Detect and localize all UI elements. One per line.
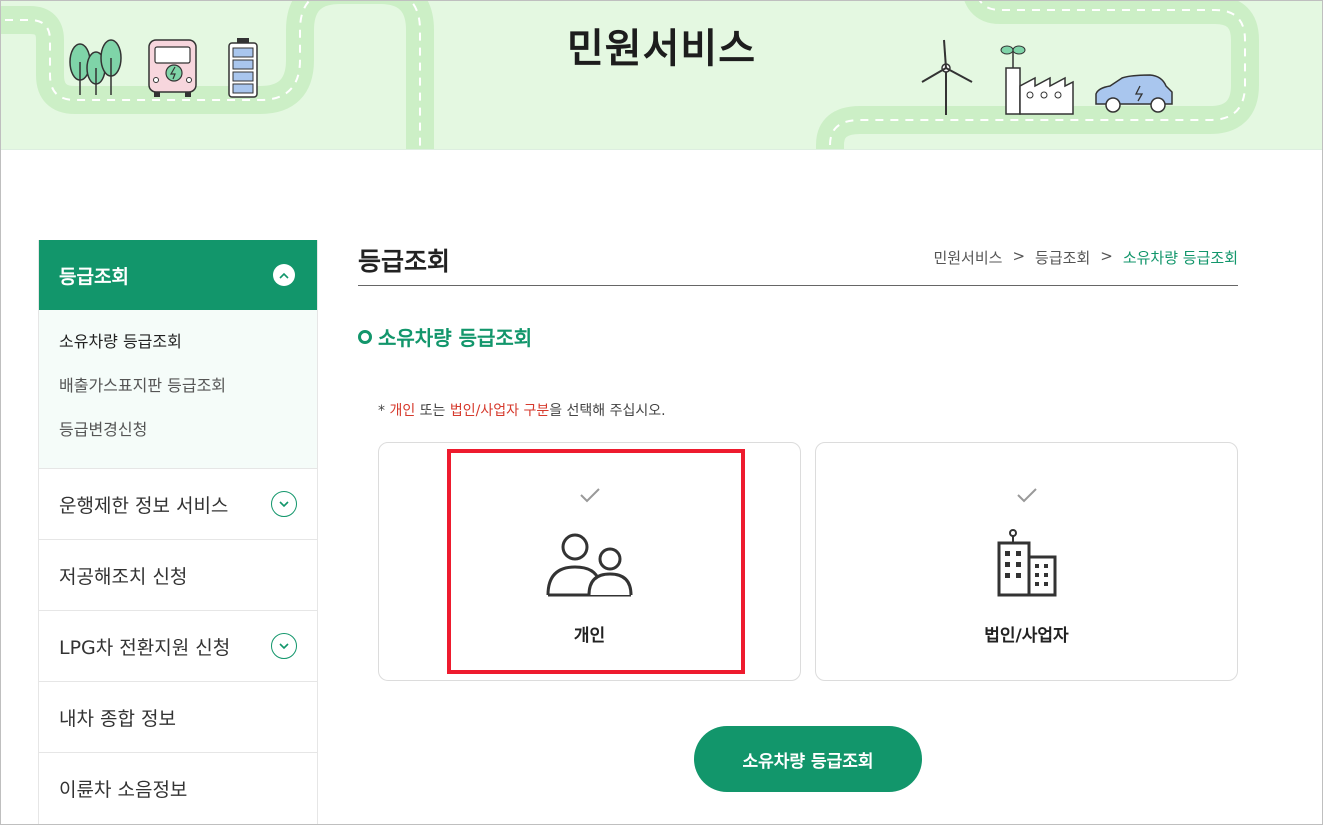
- page-title: 등급조회: [358, 247, 451, 276]
- sidebar-item-motorcycle-noise[interactable]: 이륜차 소음정보: [39, 753, 317, 824]
- corporate-option-label: 법인/사업자: [984, 626, 1069, 646]
- sidebar-item-low-emission[interactable]: 저공해조치 신청: [39, 540, 317, 611]
- notice-option-corporate: 법인/사업자 구분: [449, 403, 550, 419]
- sidebar-nav: 등급조회 소유차량 등급조회 배출가스표지판 등급조회 등급변경신청 운행제한 …: [38, 240, 318, 825]
- grade-lookup-button[interactable]: 소유차량 등급조회: [694, 726, 922, 792]
- title-divider: [358, 285, 1238, 286]
- corporate-option-card[interactable]: 법인/사업자: [815, 442, 1238, 681]
- sidebar-section-label: 등급조회: [59, 265, 129, 288]
- submenu-item-owned-vehicle[interactable]: 소유차량 등급조회: [59, 328, 297, 372]
- submenu-item-emission-sticker[interactable]: 배출가스표지판 등급조회: [59, 372, 297, 416]
- breadcrumb-current: 소유차량 등급조회: [1122, 249, 1238, 267]
- selection-notice: * 개인 또는 법인/사업자 구분을 선택해 주십시오.: [378, 403, 666, 419]
- section-title-text: 소유차량 등급조회: [378, 326, 533, 350]
- sidebar-item-label: 이륜차 소음정보: [59, 779, 188, 801]
- sidebar-item-label: 운행제한 정보 서비스: [59, 494, 229, 517]
- breadcrumb: 민원서비스 > 등급조회 > 소유차량 등급조회: [933, 247, 1238, 268]
- bullet-ring-icon: [358, 329, 372, 344]
- building-icon: [996, 529, 1058, 601]
- selection-highlight: [447, 449, 745, 674]
- banner-title: 민원서비스: [567, 26, 756, 72]
- notice-option-personal: 개인: [389, 403, 416, 419]
- sidebar-item-label: LPG차 전환지원 신청: [59, 636, 231, 659]
- sidebar-item-lpg-conversion[interactable]: LPG차 전환지원 신청: [39, 611, 317, 682]
- check-icon: [1016, 487, 1038, 507]
- sidebar-submenu: 소유차량 등급조회 배출가스표지판 등급조회 등급변경신청: [39, 310, 317, 469]
- sidebar-item-label: 저공해조치 신청: [59, 565, 188, 588]
- page-banner: 민원서비스: [0, 0, 1323, 150]
- submenu-item-grade-change[interactable]: 등급변경신청: [59, 416, 297, 460]
- sidebar-item-operation-restriction[interactable]: 운행제한 정보 서비스: [39, 469, 317, 540]
- breadcrumb-separator: >: [1100, 247, 1113, 265]
- sidebar-section-grade-lookup[interactable]: 등급조회: [39, 240, 317, 310]
- section-title: 소유차량 등급조회: [358, 322, 532, 351]
- chevron-down-icon[interactable]: [271, 633, 297, 659]
- breadcrumb-item[interactable]: 민원서비스: [933, 247, 1002, 268]
- sidebar-item-my-car-info[interactable]: 내차 종합 정보: [39, 682, 317, 753]
- breadcrumb-item[interactable]: 등급조회: [1035, 247, 1090, 268]
- chevron-down-icon[interactable]: [271, 491, 297, 517]
- breadcrumb-separator: >: [1012, 247, 1026, 265]
- sidebar-item-label: 내차 종합 정보: [59, 707, 176, 730]
- chevron-up-icon[interactable]: [273, 264, 295, 286]
